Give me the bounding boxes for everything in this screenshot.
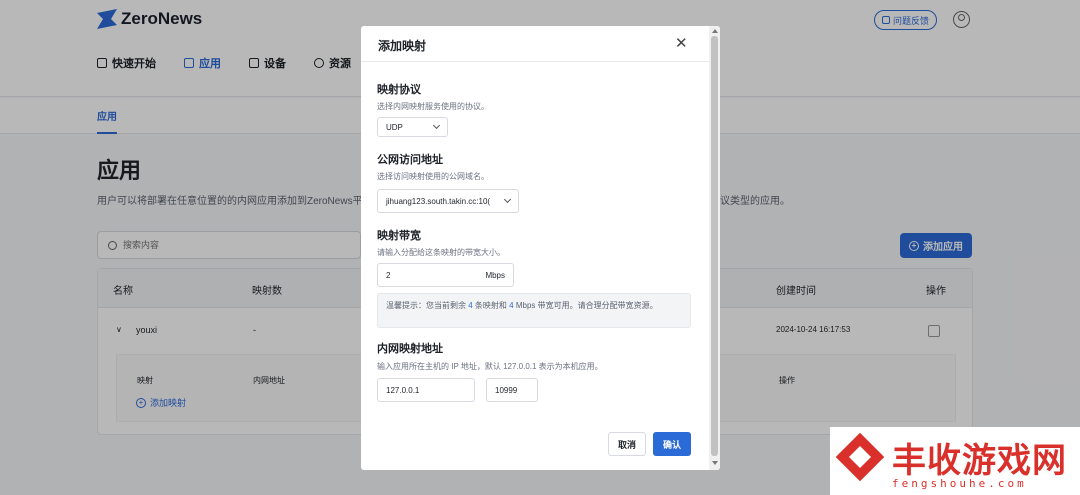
scroll-up-arrow-icon[interactable] — [712, 29, 718, 33]
protocol-value: UDP — [386, 122, 403, 132]
inner-port-input[interactable]: 10999 — [486, 378, 538, 402]
dialog-title: 添加映射 — [378, 39, 427, 53]
chevron-down-icon — [503, 195, 512, 204]
public-address-help: 选择访问映射使用的公网域名。 — [377, 172, 489, 181]
bandwidth-value: 2 — [386, 270, 391, 280]
confirm-button[interactable]: 确认 — [653, 432, 691, 456]
inner-ip-value: 127.0.0.1 — [386, 385, 420, 395]
inner-ip-input[interactable]: 127.0.0.1 — [377, 378, 475, 402]
tip-middle: 条映射和 — [474, 301, 507, 310]
protocol-help: 选择内网映射服务使用的协议。 — [377, 102, 489, 111]
dialog-header: 添加映射 ✕ — [361, 26, 709, 62]
public-address-label: 公网访问地址 — [377, 154, 443, 166]
dialog-scrollbar[interactable] — [709, 26, 720, 470]
bandwidth-unit: Mbps — [485, 270, 505, 280]
public-address-select[interactable]: jihuang123.south.takin.cc:10( — [377, 189, 519, 213]
scroll-thumb[interactable] — [711, 36, 718, 456]
bandwidth-label: 映射带宽 — [377, 230, 421, 242]
bandwidth-input[interactable]: 2 Mbps — [377, 263, 514, 287]
inner-address-help: 输入应用所在主机的 IP 地址，默认 127.0.0.1 表示为本机应用。 — [377, 362, 603, 371]
close-icon[interactable]: ✕ — [675, 34, 688, 52]
tip-suffix: Mbps 带宽可用。请合理分配带宽资源。 — [515, 301, 658, 310]
inner-port-value: 10999 — [495, 385, 518, 395]
inner-address-label: 内网映射地址 — [377, 343, 443, 355]
watermark-sub: fengshouhe.com — [892, 477, 1027, 490]
tip-remaining-mappings: 4 — [468, 301, 473, 310]
watermark-logo-icon — [835, 432, 885, 482]
bandwidth-help: 请输入分配给这条映射的带宽大小。 — [377, 248, 505, 257]
site-watermark: 丰收游戏网 fengshouhe.com — [830, 427, 1080, 495]
cancel-button[interactable]: 取消 — [608, 432, 646, 456]
protocol-select[interactable]: UDP — [377, 117, 448, 137]
public-address-value: jihuang123.south.takin.cc:10( — [386, 196, 491, 206]
chevron-down-icon — [432, 121, 441, 130]
tip-prefix: 温馨提示：您当前剩余 — [386, 301, 466, 310]
add-mapping-dialog: 添加映射 ✕ 映射协议 选择内网映射服务使用的协议。 UDP 公网访问地址 选择… — [361, 26, 720, 470]
protocol-label: 映射协议 — [377, 84, 421, 96]
watermark-text: 丰收游戏网 — [892, 441, 1067, 481]
bandwidth-tip: 温馨提示：您当前剩余 4 条映射和 4 Mbps 带宽可用。请合理分配带宽资源。 — [377, 293, 691, 328]
scroll-down-arrow-icon[interactable] — [712, 461, 718, 465]
tip-remaining-bandwidth: 4 — [509, 301, 514, 310]
